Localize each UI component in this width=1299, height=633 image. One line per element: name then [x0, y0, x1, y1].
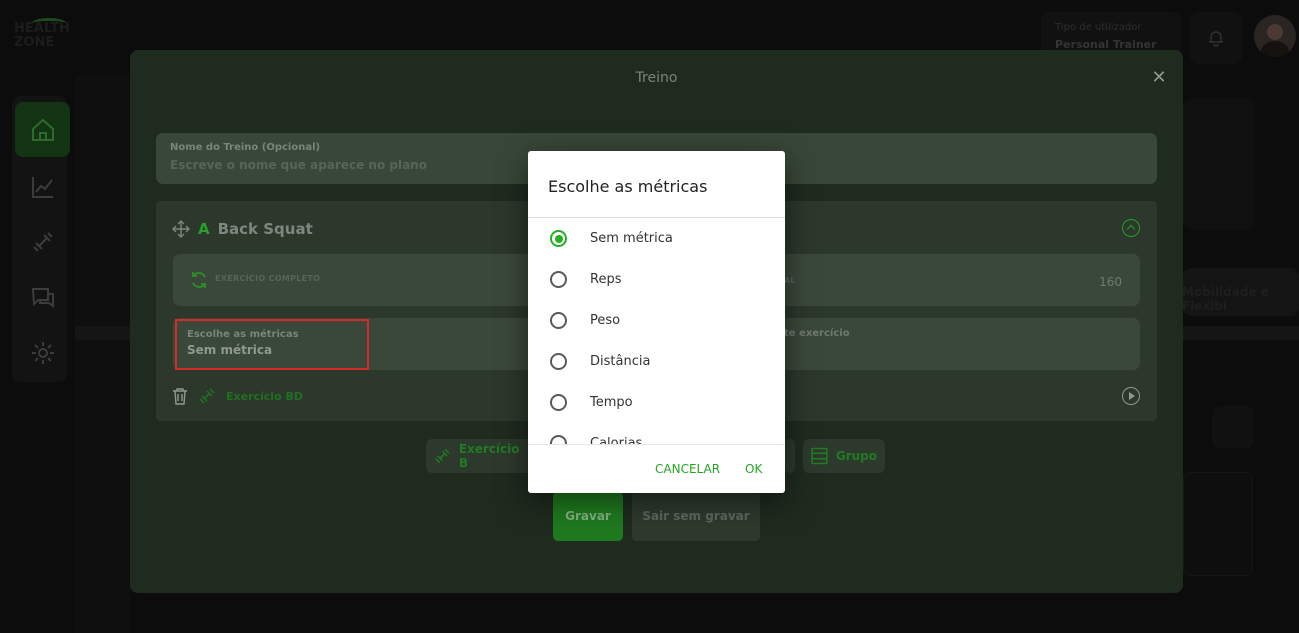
- home-icon: [31, 118, 54, 141]
- exercise-name: Back Squat: [217, 220, 313, 238]
- radio-icon[interactable]: [550, 271, 567, 288]
- exercise-value: 160: [1099, 275, 1122, 289]
- background-tab-label: Mobilidade e Flexibi: [1182, 285, 1269, 313]
- metrics-label: Escolhe as métricas: [187, 329, 299, 340]
- chat-icon: [31, 287, 54, 308]
- metric-option-label: Distância: [590, 354, 651, 369]
- sidebar-item-exercises[interactable]: [15, 214, 70, 269]
- exercise-side-label: AL: [784, 276, 796, 285]
- logo: HEALTH ZONE: [14, 18, 70, 56]
- metric-option-weight[interactable]: Peso: [528, 300, 785, 341]
- dumbbell-icon: [435, 448, 450, 464]
- sidebar-item-settings[interactable]: [15, 325, 70, 380]
- ok-button[interactable]: OK: [745, 462, 762, 476]
- exercise-header: A Back Squat: [172, 219, 313, 239]
- sidebar-item-messages[interactable]: [15, 270, 70, 325]
- metric-option-label: Tempo: [590, 395, 633, 410]
- metric-option-distance[interactable]: Distância: [528, 341, 785, 382]
- radio-icon[interactable]: [550, 394, 567, 411]
- metric-option-label: Calorias: [590, 436, 643, 444]
- play-video-icon[interactable]: [1122, 387, 1140, 405]
- bell-icon: [1209, 31, 1223, 47]
- dumbbell-icon: [199, 388, 215, 404]
- sidebar-item-stats[interactable]: [15, 159, 70, 214]
- exercise-letter: A: [198, 220, 210, 238]
- radio-selected-icon[interactable]: [550, 230, 567, 247]
- app-root: HEALTH ZONE Tipo de utilizador Personal …: [0, 0, 1299, 633]
- metric-option-calories[interactable]: Calorias: [528, 423, 785, 444]
- sidebar-item-home[interactable]: [15, 102, 70, 157]
- background-arrow-button: [1212, 406, 1254, 448]
- exercise-note-label: te exercício: [784, 328, 850, 339]
- radio-icon[interactable]: [550, 312, 567, 329]
- metrics-selector[interactable]: Escolhe as métricas Sem métrica: [175, 319, 369, 370]
- background-panel: [75, 76, 130, 633]
- metric-option-label: Peso: [590, 313, 621, 328]
- save-button[interactable]: Gravar: [553, 491, 623, 541]
- logo-arc: [32, 18, 66, 28]
- user-type-label: Tipo de utilizador: [1055, 22, 1142, 33]
- logo-line2: ZONE: [14, 35, 55, 50]
- chart-icon: [31, 176, 53, 198]
- background-card: [1183, 98, 1255, 230]
- cancel-button[interactable]: CANCELAR: [655, 462, 720, 476]
- metric-option-reps[interactable]: Reps: [528, 259, 785, 300]
- metrics-option-list[interactable]: Sem métrica Reps Peso Distância Tempo Ca…: [528, 218, 785, 444]
- notifications-button[interactable]: [1190, 12, 1242, 64]
- exercise-type-label: EXERCÍCIO COMPLETO: [215, 274, 321, 283]
- sidebar: [12, 96, 70, 382]
- trash-icon[interactable]: [172, 387, 188, 405]
- add-button-partial: [785, 439, 795, 473]
- add-exercise-label: Exercício B: [458, 442, 520, 470]
- dialog-title: Escolhe as métricas: [548, 177, 708, 196]
- metric-option-label: Sem métrica: [590, 231, 673, 246]
- avatar[interactable]: [1254, 15, 1296, 57]
- add-group-button[interactable]: Grupo: [803, 439, 885, 473]
- exit-without-saving-button[interactable]: Sair sem gravar: [632, 491, 760, 541]
- radio-icon[interactable]: [550, 353, 567, 370]
- exercise-footer: Exercício BD: [172, 387, 303, 405]
- close-icon[interactable]: ✕: [1149, 68, 1169, 88]
- exercise-db-link[interactable]: Exercício BD: [226, 390, 303, 403]
- collapse-chevron-icon[interactable]: [1122, 219, 1140, 237]
- metric-option-none[interactable]: Sem métrica: [528, 218, 785, 259]
- dialog-divider: [528, 444, 785, 445]
- refresh-icon[interactable]: [189, 270, 209, 290]
- drag-handle-icon[interactable]: [172, 220, 190, 238]
- metric-option-time[interactable]: Tempo: [528, 382, 785, 423]
- add-exercise-button[interactable]: Exercício B: [426, 439, 536, 473]
- metrics-value: Sem métrica: [187, 343, 273, 357]
- radio-icon[interactable]: [550, 435, 567, 444]
- metrics-dialog: Escolhe as métricas Sem métrica Reps Pes…: [528, 151, 785, 493]
- gear-icon: [31, 341, 54, 364]
- group-icon: [811, 447, 828, 465]
- add-group-label: Grupo: [835, 449, 877, 463]
- metric-option-label: Reps: [590, 272, 622, 287]
- background-box: [1183, 472, 1253, 576]
- modal-title: Treino: [635, 70, 678, 86]
- dumbbell-icon: [32, 231, 53, 252]
